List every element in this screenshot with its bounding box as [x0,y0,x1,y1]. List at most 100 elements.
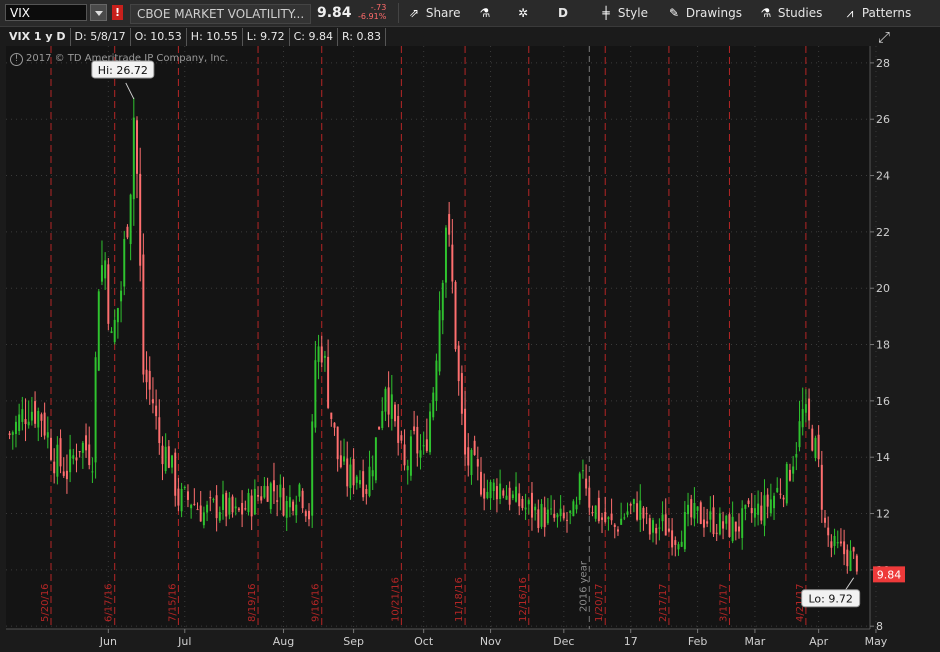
event-label: 8/19/16 [247,583,258,622]
candle-body [317,346,320,362]
price-chart[interactable]: 5/20/16 6/17/16 7/15/16 8/19/16 9/16/16 10/21… [0,0,940,652]
event-label: 11/18/16 [454,577,465,622]
candle-body [161,445,164,465]
time-tick-label: Oct [414,635,434,648]
expand-icon[interactable]: ⤢ [878,28,890,46]
candle-body [817,434,820,460]
candle-body [836,542,839,544]
candle-body [164,446,167,471]
candle-body [674,540,677,545]
candle-body [46,432,49,438]
event-label: 2/17/17 [658,583,669,622]
candle-body [37,410,40,428]
candle-body [186,491,189,500]
candle-body [50,437,52,460]
candle-body [75,457,78,461]
candle-body [601,517,604,520]
candle-body [613,524,616,527]
candle-body [843,541,846,555]
candle-body [820,464,823,510]
candle-body [505,495,508,500]
candle-body [59,438,62,467]
candle-body [444,227,447,283]
candle-body [725,515,728,524]
time-tick-label: Mar [745,635,766,648]
candle-body [661,514,664,522]
candle-body [177,488,180,506]
candle-body [508,487,511,505]
candle-body [212,499,215,501]
candle-body [81,442,84,453]
candle-body [718,513,721,535]
candle-body [394,404,396,422]
candle-body [11,432,14,435]
candle-body [830,541,833,548]
candle-body [53,461,56,474]
candle-body [550,508,553,510]
candle-body [738,526,740,532]
candle-body [78,451,81,453]
candle-body [655,527,658,534]
candle-body [575,504,578,510]
candle-body [578,473,581,501]
candle-body [279,484,282,498]
candle-body [120,290,123,302]
candle-body [301,490,304,509]
candle-body [40,414,43,421]
candle-body [285,501,288,518]
candle-body [260,496,263,501]
candle-body [591,512,594,514]
candle-body [451,244,454,282]
candle-body [8,433,11,436]
candle-body [467,447,470,466]
candle-body [314,360,317,428]
candle-body [253,488,256,515]
candle-body [14,421,17,435]
candle-body [202,512,205,526]
candle-body [753,508,756,518]
candle-body [136,120,138,174]
candle-body [709,511,712,520]
candle-body [362,471,365,498]
candle-body [339,455,342,468]
candle-body [145,369,148,383]
candle-body [585,478,588,489]
event-label: 12/16/16 [518,577,529,622]
candle-body [100,265,103,282]
close-value: C: 9.84 [290,28,338,46]
range-value: R: 0.83 [338,28,386,46]
candle-body [126,226,129,238]
candle-body [460,373,463,414]
candle-body [234,506,237,509]
candle-body [441,282,444,321]
candle-body [222,494,224,511]
candle-body [416,426,419,454]
candle-body [773,495,776,509]
candle-body [288,497,291,508]
candle-body [27,421,30,426]
date-value: D: 5/8/17 [71,28,131,46]
candle-body [741,508,744,538]
info-icon[interactable]: ! [10,53,23,66]
candle-body [400,435,403,441]
copyright-notice: ! 2017 © TD Ameritrade IP Company, Inc. [10,53,228,66]
candle-body [148,370,151,390]
candle-body [454,281,457,350]
candle-body [104,260,107,279]
candle-body [495,486,498,500]
candle-body [30,411,33,421]
time-tick-label: Aug [273,635,294,648]
candle-body [390,394,393,419]
candle-body [763,495,766,526]
candle-body [320,346,323,363]
candle-body [566,519,568,521]
event-label: 6/17/16 [104,583,115,622]
candle-body [237,508,240,511]
candle-body [693,502,696,519]
candle-body [34,401,37,424]
candle-body [470,449,473,476]
candle-body [72,455,75,459]
price-tick-label: 18 [876,339,890,352]
candle-body [257,495,260,497]
candle-body [435,360,438,402]
